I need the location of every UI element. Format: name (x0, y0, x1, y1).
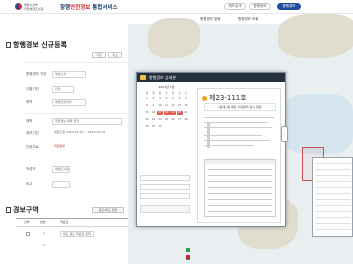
calendar-day[interactable]: 6 (177, 97, 183, 101)
doc-number: 제23-111호 (202, 93, 247, 103)
calendar-day[interactable]: 1 (144, 97, 150, 101)
add-row-icon[interactable] (186, 248, 190, 252)
map-landmass (278, 14, 353, 58)
weekday-label: 월 (152, 92, 155, 95)
tab-nav-info[interactable]: 항행정보 (249, 3, 271, 10)
calendar-day[interactable]: 8 (144, 104, 150, 108)
period-field[interactable]: 해양조업 2023-01-20 ~ 2023-02-15 (52, 130, 122, 137)
calendar-day[interactable]: 27 (177, 118, 183, 122)
calendar-day[interactable]: 2 (151, 97, 157, 101)
calendar-day[interactable]: 9 (151, 104, 157, 108)
cancel-button[interactable]: 취소 (108, 52, 122, 58)
service-prefix: 항행 (60, 5, 71, 11)
calendar-day[interactable]: 30 (151, 125, 157, 129)
calendar-day[interactable]: 15 (144, 111, 150, 115)
delete-row-icon[interactable] (186, 255, 190, 259)
calendar-day[interactable]: 14 (183, 104, 189, 108)
subnav-list[interactable]: 항행경보 조회 (238, 17, 258, 22)
calendar-day[interactable]: 23 (151, 118, 157, 122)
service-title: 항행안전정보 통합서비스 (60, 3, 118, 11)
note-input[interactable] (52, 181, 70, 188)
emblem-icon (15, 3, 22, 10)
warning-document: 제23-111호 [동해] 동 해상 기뢰탐색 실시 알림 (197, 88, 281, 223)
weekday-label: 목 (171, 92, 175, 95)
date-picker[interactable]: 2023년 1월 일 월 화 수 목 금 토 1 2 3 4 5 6 7 8 9 10 11 12 13… (144, 85, 189, 173)
weekday-label: 수 (165, 92, 168, 95)
save-button[interactable]: 저장 (92, 52, 106, 58)
tab-chart-search[interactable]: 해도검색 (224, 3, 246, 10)
service-suffix: 통합서비스 (90, 5, 118, 11)
calendar-day[interactable]: 13 (177, 104, 183, 108)
document-icon (140, 75, 146, 80)
table-row: 1 (43, 231, 45, 235)
doc-subject: [동해] 동 해상 기뢰탐색 실시 알림 (204, 103, 276, 111)
agency-select[interactable]: 인천 (52, 86, 74, 93)
page-title: 항행경보 신규등록 (6, 40, 67, 50)
area-select[interactable]: 해양안전지역 (52, 99, 86, 106)
col-number: 번호 (40, 220, 46, 224)
row-checkbox[interactable] (26, 232, 30, 236)
resize-handle[interactable]: ⋮ (281, 126, 288, 142)
coordinate-input[interactable]: 위도·경도 좌표값 입력 (60, 231, 94, 237)
weekday-label: 화 (158, 92, 162, 95)
doc-coordinate-table (204, 159, 276, 217)
org-name: 해양수산부 국립해양조사원 (24, 3, 44, 11)
calendar-month: 2023년 1월 (158, 85, 175, 89)
time-select[interactable] (140, 184, 190, 190)
calendar-options (140, 175, 192, 219)
type-select[interactable]: 해상소식 (52, 71, 86, 78)
calendar-day[interactable]: 31 (157, 125, 163, 129)
calendar-day[interactable]: 11 (164, 104, 170, 108)
document-icon (6, 42, 11, 48)
calendar-day[interactable]: 21 (183, 111, 189, 115)
area-info-box (312, 157, 353, 237)
calendar-day[interactable]: 17 (157, 111, 163, 115)
calendar-day[interactable]: 24 (157, 118, 163, 122)
weekday-label: 금 (178, 92, 181, 95)
top-bar: 해양수산부 국립해양조사원 항행안전정보 통합서비스 해도검색 항행정보 항행경… (0, 0, 353, 14)
warning-detail-popup: 항행경보 상세본 2023년 1월 일 월 화 수 목 금 토 12345678… (136, 72, 286, 227)
calendar-apply-button[interactable] (140, 205, 190, 213)
popup-title: 항행경보 상세본 (149, 75, 177, 80)
coordinate-table: 선택 번호 좌표값 1 위도·경도 좌표값 입력 2 (16, 218, 190, 264)
popup-scrollbar[interactable] (207, 122, 210, 148)
calendar-day[interactable]: 4 (164, 97, 170, 101)
org-logo[interactable]: 해양수산부 국립해양조사원 (15, 2, 55, 13)
subnav-issue[interactable]: 항행경보 발행 (200, 17, 220, 22)
tab-nav-warning[interactable]: 항행경보 (277, 3, 301, 10)
calendar-day[interactable]: 20 (176, 111, 183, 115)
attachment-link[interactable]: 파일첨부 (52, 144, 122, 151)
author-input[interactable]: 해양조사원 (52, 166, 70, 173)
calendar-day[interactable]: 7 (183, 97, 189, 101)
calendar-day[interactable]: 18 (163, 111, 170, 115)
area-icon (6, 207, 11, 213)
map-landmass (148, 18, 200, 58)
section-title: 경보구역 (6, 205, 39, 215)
calendar-day[interactable]: 16 (151, 111, 157, 115)
time-select[interactable] (140, 193, 190, 199)
popup-header[interactable]: 항행경보 상세본 (137, 73, 285, 82)
calendar-day[interactable]: 12 (170, 104, 176, 108)
col-coordinate: 좌표값 (60, 220, 69, 224)
calendar-day[interactable]: 5 (170, 97, 176, 101)
time-select[interactable] (140, 175, 190, 181)
seal-icon (202, 95, 207, 101)
map-sea-area (283, 94, 353, 154)
calendar-day[interactable]: 26 (170, 118, 176, 122)
add-coordinate-button[interactable]: 경도/위도 입력 (92, 207, 124, 213)
calendar-day[interactable]: 22 (144, 118, 150, 122)
service-highlight: 안전정보 (70, 5, 91, 11)
table-row: 2 (43, 243, 45, 247)
weekday-label: 일 (145, 92, 149, 95)
calendar-day[interactable]: 3 (157, 97, 163, 101)
weekday-label: 토 (184, 92, 188, 95)
calendar-day[interactable]: 29 (144, 125, 150, 129)
calendar-day[interactable]: 19 (170, 111, 176, 115)
calendar-day[interactable]: 28 (183, 118, 189, 122)
col-select: 선택 (24, 220, 30, 224)
calendar-day[interactable]: 25 (164, 118, 170, 122)
title-input[interactable]: 항행경보 제목 입력 (52, 118, 122, 125)
calendar-day[interactable]: 10 (157, 104, 163, 108)
